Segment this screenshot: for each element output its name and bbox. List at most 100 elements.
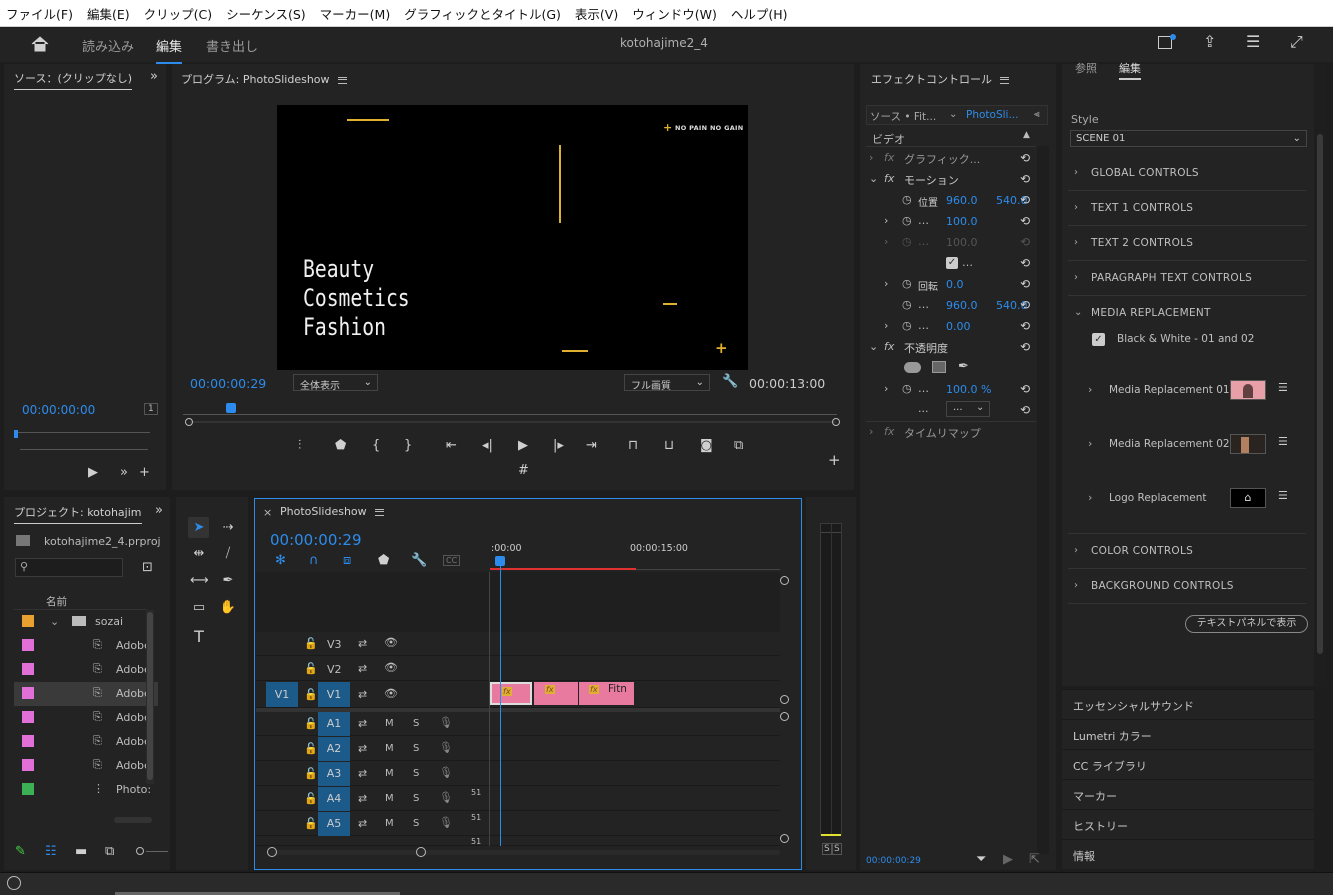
menu-file[interactable]: ファイル(F)	[6, 4, 73, 23]
list-item[interactable]: ⎘ Adobe	[14, 634, 158, 658]
lift-icon[interactable]: ⊓	[628, 439, 638, 453]
list-item[interactable]: ⎘ Adobe	[14, 754, 158, 778]
source-playhead[interactable]	[14, 430, 18, 438]
rectangle-icon[interactable]: ▭	[190, 600, 208, 615]
project-scrollbar[interactable]	[146, 610, 154, 784]
collapse-icon[interactable]: ⫷	[1034, 109, 1040, 120]
timeline-hscroll[interactable]	[270, 850, 780, 855]
show-text-panel-button[interactable]: テキストパネルで表示	[1185, 615, 1308, 633]
thumbnail[interactable]: ⌂	[1230, 488, 1266, 508]
effect-controls-title[interactable]: エフェクトコントロール	[871, 71, 1009, 87]
program-title[interactable]: プログラム: PhotoSlideshow	[181, 71, 347, 87]
freeform-view-icon[interactable]: ⧉	[105, 845, 114, 859]
track-v3[interactable]: 🔓 V3 ⇄ 👁	[256, 632, 780, 656]
menu-edit[interactable]: 編集(E)	[87, 4, 130, 23]
filter-icon[interactable]: ⏷	[976, 853, 986, 867]
clip[interactable]: fx	[534, 682, 578, 705]
ec-graphic-row[interactable]: › fx グラフィック... ⟲	[866, 148, 1036, 169]
step-forward-icon[interactable]: |▸	[553, 439, 564, 453]
timeline-vscroll[interactable]	[780, 572, 792, 847]
tab-edit[interactable]: 編集	[156, 36, 183, 64]
source-zoombar[interactable]	[20, 449, 148, 450]
panels-icon[interactable]: ☰	[1246, 34, 1260, 50]
source-ruler[interactable]	[16, 432, 150, 433]
clip[interactable]: fx Fitn	[579, 682, 634, 705]
fullscreen-icon[interactable]: ⤢	[1290, 34, 1303, 50]
scroll-up-icon[interactable]: ▲	[1023, 130, 1030, 140]
eg-scrollbar[interactable]	[1314, 64, 1326, 686]
track-a6[interactable]: 51	[256, 837, 780, 846]
section-paragraph-controls[interactable]: › PARAGRAPH TEXT CONTROLS	[1068, 261, 1306, 296]
step-back-icon[interactable]: ◂|	[482, 439, 493, 453]
menu-clip[interactable]: クリップ(C)	[144, 4, 212, 23]
section-text1-controls[interactable]: › TEXT 1 CONTROLS	[1068, 191, 1306, 226]
source-zoom[interactable]: 1	[144, 403, 158, 415]
icon-view-icon[interactable]: ▬	[75, 845, 87, 859]
camera-icon[interactable]: ◙	[700, 439, 713, 453]
add-marker-icon[interactable]: ⬟	[378, 554, 389, 568]
program-playhead[interactable]	[226, 403, 236, 413]
panel-history[interactable]: ヒストリー	[1062, 809, 1314, 839]
media-item[interactable]: › Media Replacement 01 ☰	[1068, 376, 1306, 404]
style-select[interactable]: SCENE 01 ⌄	[1070, 130, 1307, 147]
list-item[interactable]: ⎘ Adobe	[14, 682, 158, 706]
track-a1[interactable]: 🔓 A1 ⇄ M S 🎙	[256, 712, 780, 736]
linked-select-icon[interactable]: ⧈	[343, 554, 351, 568]
mark-out-icon[interactable]: }	[404, 439, 412, 453]
close-sequence-icon[interactable]: ×	[263, 506, 272, 519]
zoom-track[interactable]	[146, 851, 168, 852]
share-icon[interactable]: ⇪	[1203, 34, 1216, 50]
hscroll-handle-right[interactable]	[416, 847, 426, 857]
pencil-icon[interactable]: ✎	[15, 845, 26, 859]
menu-window[interactable]: ウィンドウ(W)	[632, 4, 717, 23]
timeline-playhead[interactable]	[495, 556, 505, 566]
menu-graphics[interactable]: グラフィックとタイトル(G)	[404, 4, 561, 23]
new-bin-icon[interactable]: ⊡	[142, 561, 153, 575]
program-zoombar[interactable]	[190, 421, 836, 423]
more-icon[interactable]: »	[120, 466, 128, 480]
ripple-edit-icon[interactable]: ⇹	[190, 546, 208, 561]
rect-mask-icon[interactable]	[932, 361, 946, 373]
sequence-tab[interactable]: PhotoSlideshow	[280, 505, 384, 518]
wrench-icon[interactable]: 🔧	[411, 554, 427, 568]
ec-motion-row[interactable]: ⌄ fx モーション ⟲	[866, 169, 1036, 190]
panel-markers[interactable]: マーカー	[1062, 779, 1314, 809]
quality-select[interactable]: フル画質 ⌄	[624, 374, 710, 392]
pen-icon[interactable]: ✒	[219, 573, 237, 588]
solo-left-button[interactable]: S	[822, 843, 832, 855]
creative-cloud-icon[interactable]	[7, 876, 21, 890]
section-media-replacement[interactable]: ⌄ MEDIA REPLACEMENT	[1068, 296, 1306, 331]
play-icon[interactable]: ▶	[518, 439, 528, 453]
ec-timecode[interactable]: 00:00:00:29	[866, 856, 921, 866]
work-area-bar[interactable]	[490, 568, 636, 570]
fit-select[interactable]: 全体表示 ⌄	[293, 374, 378, 392]
play-audio-icon[interactable]: ▶	[1003, 853, 1013, 867]
panel-info[interactable]: 情報	[1062, 839, 1314, 869]
list-item[interactable]: ⎘ Adobe	[14, 658, 158, 682]
zoom-handle-right[interactable]	[832, 418, 840, 426]
track-a4[interactable]: 🔓 A4 ⇄ M S 🎙 51	[256, 787, 780, 811]
list-view-icon[interactable]: ☷	[45, 845, 57, 859]
snap-icon[interactable]: ∩	[309, 554, 319, 568]
media-item[interactable]: › Logo Replacement ⌂ ☰	[1068, 484, 1306, 512]
list-item[interactable]: ⋮ Photo:	[14, 778, 158, 802]
zoom-slider[interactable]	[136, 847, 144, 855]
slip-icon[interactable]: ⟷	[190, 573, 209, 588]
program-timecode[interactable]: 00:00:00:29	[190, 376, 266, 391]
ec-scale-row[interactable]: › ◷… 100.0 ⟲	[866, 211, 1036, 232]
nest-icon[interactable]: ✻	[275, 554, 286, 568]
compare-icon[interactable]: ⧉	[734, 439, 743, 453]
section-text2-controls[interactable]: › TEXT 2 CONTROLS	[1068, 226, 1306, 261]
section-color-controls[interactable]: › COLOR CONTROLS	[1068, 534, 1306, 569]
media-item[interactable]: › Media Replacement 02 ☰	[1068, 430, 1306, 458]
zoom-handle-left[interactable]	[185, 418, 193, 426]
project-search-input[interactable]: ⚲	[15, 558, 123, 577]
source-timecode[interactable]: 00:00:00:00	[22, 403, 95, 417]
list-item[interactable]: ⎘ Adobe	[14, 706, 158, 730]
thumbnail[interactable]	[1230, 434, 1266, 454]
ec-position-row[interactable]: ◷ 位置 960.0 540.0 ⟲	[866, 190, 1036, 211]
menu-sequence[interactable]: シーケンス(S)	[226, 4, 306, 23]
tab-export[interactable]: 書き出し	[206, 36, 258, 55]
home-icon[interactable]	[31, 36, 49, 52]
track-a3[interactable]: 🔓 A3 ⇄ M S 🎙	[256, 762, 780, 786]
